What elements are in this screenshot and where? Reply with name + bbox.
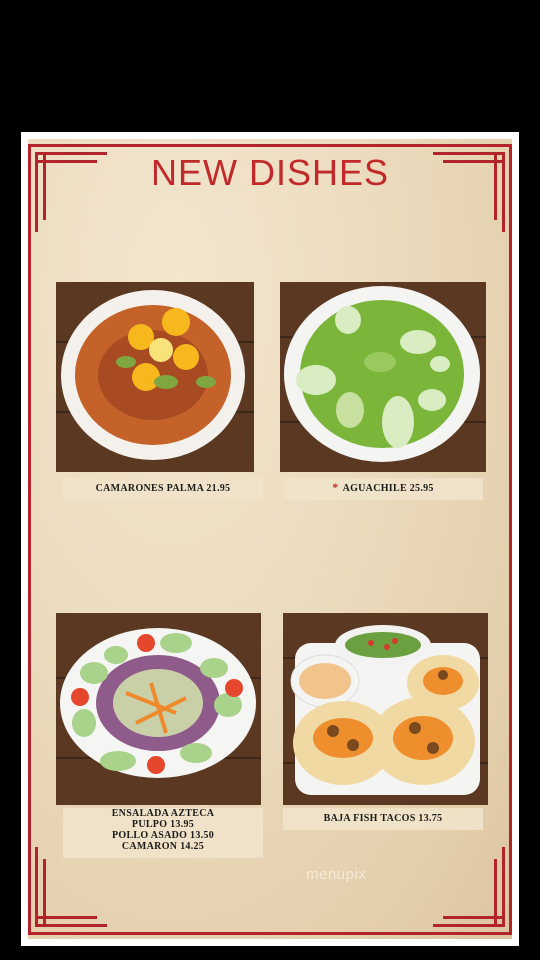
dish-photo-aguachile [280,282,486,472]
menu-sheet: NEW DISHES CAMARONES PALMA 21.95 * AGUAC… [21,132,519,946]
dish-label-ensalada-azteca: ENSALADA AZTECA PULPO 13.95 POLLO ASADO … [63,808,263,858]
watermark: menupix [306,866,367,883]
dish-photo-ensalada-azteca [56,613,261,805]
featured-asterisk-icon: * [332,480,339,494]
dish-label-camarones-palma: CAMARONES PALMA 21.95 [63,478,263,500]
dish-photo-baja-fish-tacos [283,613,488,805]
dish-label-baja-fish-tacos: BAJA FISH TACOS 13.75 [283,808,483,830]
dish-label-aguachile: * AGUACHILE 25.95 [283,478,483,500]
dish-photo-camarones-palma [56,282,254,472]
menu-title: NEW DISHES [150,152,390,193]
